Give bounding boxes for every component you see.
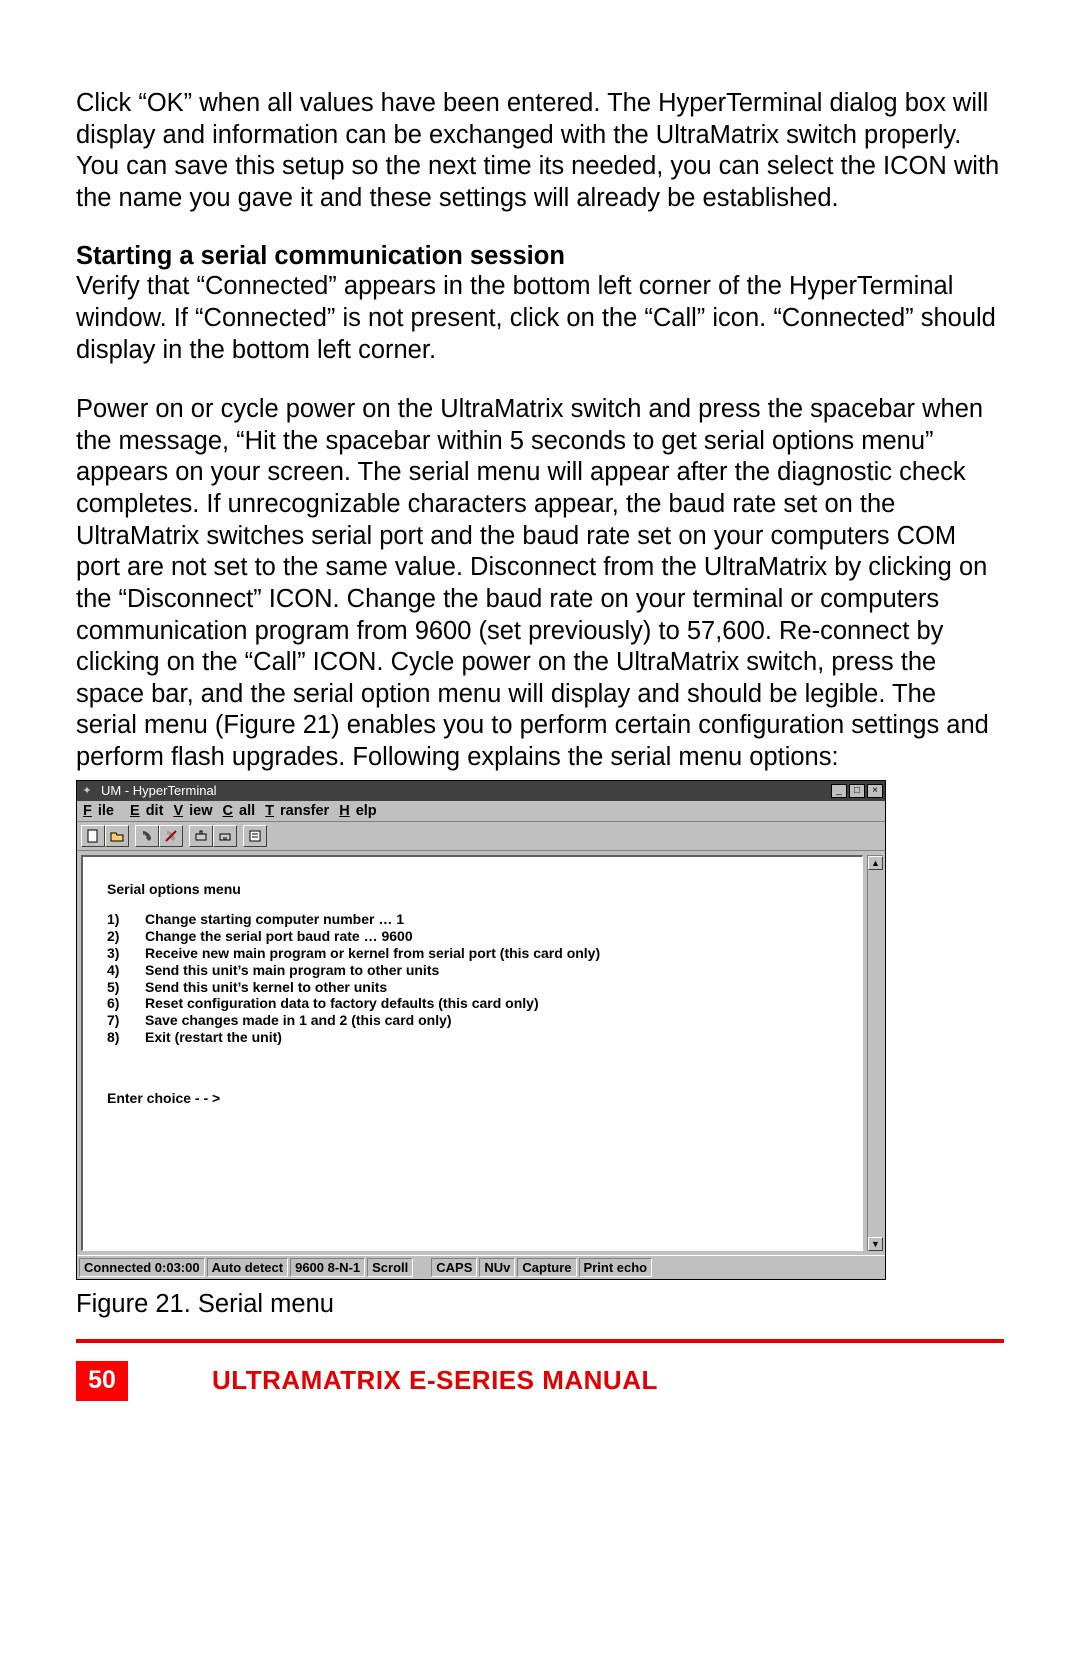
scrollbar[interactable]: ▲ ▼ — [867, 855, 883, 1251]
toolbar — [77, 822, 885, 851]
properties-icon[interactable] — [243, 825, 267, 847]
footer: 50 ULTRAMATRIX E-SERIES MANUAL — [76, 1361, 1080, 1401]
hyperterminal-window: ✦ UM - HyperTerminal _ □ × File Edit Vie… — [76, 780, 886, 1280]
app-icon: ✦ — [79, 783, 95, 799]
section-heading: Starting a serial communication session — [76, 242, 1004, 271]
statusbar: Connected 0:03:00 Auto detect 9600 8-N-1… — [77, 1255, 885, 1279]
figure-caption: Figure 21. Serial menu — [76, 1290, 1004, 1319]
status-num: NUv — [479, 1258, 515, 1277]
open-icon[interactable] — [105, 825, 129, 847]
footer-title: ULTRAMATRIX E-SERIES MANUAL — [212, 1365, 658, 1396]
list-item: 4)Send this unit’s main program to other… — [107, 962, 842, 979]
menubar: File Edit View Call Transfer Help — [77, 801, 885, 822]
status-scroll: Scroll — [367, 1258, 413, 1277]
call-icon[interactable] — [135, 825, 159, 847]
list-item: 7)Save changes made in 1 and 2 (this car… — [107, 1012, 842, 1029]
list-item: 2)Change the serial port baud rate … 960… — [107, 928, 842, 945]
menu-edit[interactable]: Edit — [130, 803, 163, 819]
list-item: 1)Change starting computer number … 1 — [107, 911, 842, 928]
send-icon[interactable] — [189, 825, 213, 847]
menu-file[interactable]: File — [83, 803, 120, 819]
titlebar[interactable]: ✦ UM - HyperTerminal _ □ × — [77, 781, 885, 801]
menu-view[interactable]: View — [173, 803, 212, 819]
divider — [76, 1339, 1004, 1343]
terminal-output: Serial options menu 1)Change starting co… — [81, 855, 863, 1251]
page-number: 50 — [76, 1361, 128, 1401]
list-item: 3)Receive new main program or kernel fro… — [107, 945, 842, 962]
close-button[interactable]: × — [867, 784, 883, 798]
scroll-down-icon[interactable]: ▼ — [868, 1237, 883, 1251]
scroll-up-icon[interactable]: ▲ — [868, 856, 883, 870]
status-capture: Capture — [517, 1258, 576, 1277]
status-autodetect: Auto detect — [207, 1258, 289, 1277]
paragraph-1: Click “OK” when all values have been ent… — [76, 88, 1004, 214]
status-mode: 9600 8-N-1 — [290, 1258, 365, 1277]
status-caps: CAPS — [431, 1258, 477, 1277]
status-connected: Connected 0:03:00 — [79, 1258, 205, 1277]
new-icon[interactable] — [81, 825, 105, 847]
window-title: UM - HyperTerminal — [101, 783, 829, 798]
menu-transfer[interactable]: Transfer — [265, 803, 329, 819]
receive-icon[interactable] — [213, 825, 237, 847]
serial-menu-title: Serial options menu — [107, 881, 842, 898]
serial-prompt: Enter choice - - > — [107, 1090, 842, 1107]
list-item: 8)Exit (restart the unit) — [107, 1029, 842, 1046]
status-echo: Print echo — [579, 1258, 653, 1277]
minimize-button[interactable]: _ — [831, 784, 847, 798]
disconnect-icon[interactable] — [159, 825, 183, 847]
menu-help[interactable]: Help — [339, 803, 376, 819]
list-item: 5)Send this unit’s kernel to other units — [107, 979, 842, 996]
paragraph-2: Verify that “Connected” appears in the b… — [76, 271, 1004, 366]
list-item: 6)Reset configuration data to factory de… — [107, 995, 842, 1012]
maximize-button[interactable]: □ — [849, 784, 865, 798]
paragraph-3: Power on or cycle power on the UltraMatr… — [76, 394, 1004, 773]
menu-call[interactable]: Call — [223, 803, 256, 819]
